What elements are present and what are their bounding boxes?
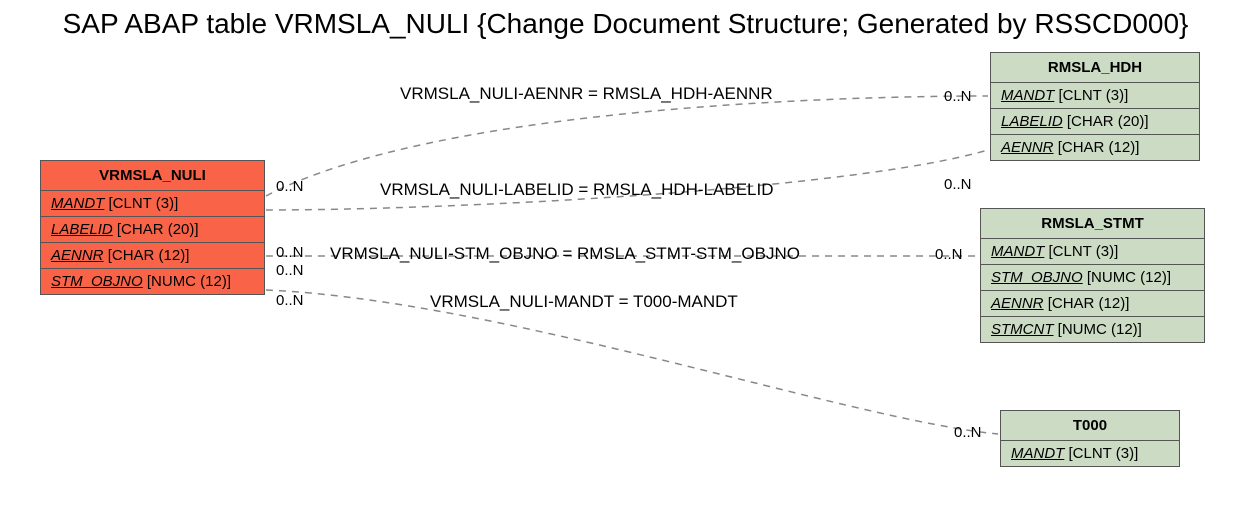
entity-t000: T000 MANDT [CLNT (3)] bbox=[1000, 410, 1180, 467]
cardinality: 0..N bbox=[944, 88, 972, 105]
field-type: [NUMC (12)] bbox=[1058, 321, 1142, 338]
field-name: MANDT bbox=[991, 243, 1044, 260]
cardinality: 0..N bbox=[944, 176, 972, 193]
field-name: LABELID bbox=[51, 221, 113, 238]
field-type: [CHAR (20)] bbox=[1067, 113, 1149, 130]
cardinality: 0..N bbox=[276, 178, 304, 195]
relation-label: VRMSLA_NULI-MANDT = T000-MANDT bbox=[430, 292, 738, 312]
entity-vrmsla-nuli: VRMSLA_NULI MANDT [CLNT (3)] LABELID [CH… bbox=[40, 160, 265, 295]
field-name: MANDT bbox=[1011, 445, 1064, 462]
entity-field: LABELID [CHAR (20)] bbox=[41, 217, 264, 243]
field-type: [CLNT (3)] bbox=[1059, 87, 1129, 104]
cardinality: 0..N bbox=[276, 262, 304, 279]
entity-header: VRMSLA_NULI bbox=[41, 161, 264, 191]
entity-rmsla-hdh: RMSLA_HDH MANDT [CLNT (3)] LABELID [CHAR… bbox=[990, 52, 1200, 161]
cardinality: 0..N bbox=[276, 292, 304, 309]
entity-field: AENNR [CHAR (12)] bbox=[991, 135, 1199, 160]
entity-header: RMSLA_STMT bbox=[981, 209, 1204, 239]
entity-field: STM_OBJNO [NUMC (12)] bbox=[981, 265, 1204, 291]
field-name: STM_OBJNO bbox=[991, 269, 1083, 286]
entity-field: MANDT [CLNT (3)] bbox=[991, 83, 1199, 109]
field-name: MANDT bbox=[1001, 87, 1054, 104]
relation-label: VRMSLA_NULI-AENNR = RMSLA_HDH-AENNR bbox=[400, 84, 773, 104]
entity-field: AENNR [CHAR (12)] bbox=[41, 243, 264, 269]
entity-field: MANDT [CLNT (3)] bbox=[41, 191, 264, 217]
field-type: [CLNT (3)] bbox=[109, 195, 179, 212]
field-type: [CLNT (3)] bbox=[1049, 243, 1119, 260]
relation-label: VRMSLA_NULI-LABELID = RMSLA_HDH-LABELID bbox=[380, 180, 774, 200]
field-type: [NUMC (12)] bbox=[1087, 269, 1171, 286]
entity-header: T000 bbox=[1001, 411, 1179, 441]
field-name: AENNR bbox=[1001, 139, 1054, 156]
field-name: MANDT bbox=[51, 195, 104, 212]
field-type: [CHAR (20)] bbox=[117, 221, 199, 238]
entity-field: LABELID [CHAR (20)] bbox=[991, 109, 1199, 135]
field-name: AENNR bbox=[991, 295, 1044, 312]
entity-field: STMCNT [NUMC (12)] bbox=[981, 317, 1204, 342]
field-type: [CLNT (3)] bbox=[1069, 445, 1139, 462]
relation-label: VRMSLA_NULI-STM_OBJNO = RMSLA_STMT-STM_O… bbox=[330, 244, 800, 264]
field-name: STM_OBJNO bbox=[51, 273, 143, 290]
cardinality: 0..N bbox=[954, 424, 982, 441]
field-type: [NUMC (12)] bbox=[147, 273, 231, 290]
entity-field: MANDT [CLNT (3)] bbox=[981, 239, 1204, 265]
cardinality: 0..N bbox=[276, 244, 304, 261]
entity-field: AENNR [CHAR (12)] bbox=[981, 291, 1204, 317]
field-type: [CHAR (12)] bbox=[1058, 139, 1140, 156]
field-name: AENNR bbox=[51, 247, 104, 264]
field-name: LABELID bbox=[1001, 113, 1063, 130]
entity-rmsla-stmt: RMSLA_STMT MANDT [CLNT (3)] STM_OBJNO [N… bbox=[980, 208, 1205, 343]
field-type: [CHAR (12)] bbox=[108, 247, 190, 264]
entity-field: STM_OBJNO [NUMC (12)] bbox=[41, 269, 264, 294]
field-type: [CHAR (12)] bbox=[1048, 295, 1130, 312]
field-name: STMCNT bbox=[991, 321, 1054, 338]
cardinality: 0..N bbox=[935, 246, 963, 263]
entity-field: MANDT [CLNT (3)] bbox=[1001, 441, 1179, 466]
entity-header: RMSLA_HDH bbox=[991, 53, 1199, 83]
diagram-title: SAP ABAP table VRMSLA_NULI {Change Docum… bbox=[0, 8, 1251, 40]
